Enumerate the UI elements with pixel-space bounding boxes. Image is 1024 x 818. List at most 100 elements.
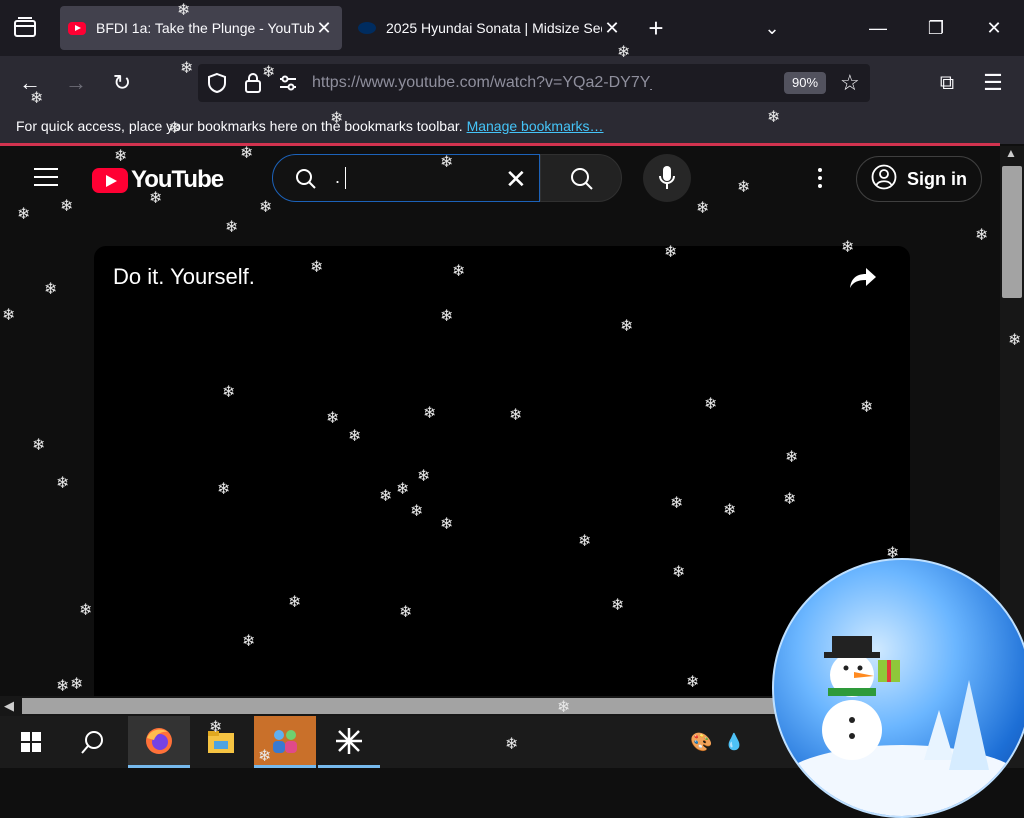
sign-in-button[interactable]: Sign in	[856, 156, 982, 202]
bookmarks-hint: For quick access, place your bookmarks h…	[16, 118, 463, 134]
video-title: Do it. Yourself.	[113, 264, 255, 289]
bookmarks-toolbar: For quick access, place your bookmarks h…	[0, 110, 1024, 144]
tab-hyundai[interactable]: 2025 Hyundai Sonata | Midsize Sedan ✕	[350, 6, 630, 50]
search-icon	[570, 167, 594, 196]
horizontal-scroll-thumb[interactable]	[22, 698, 780, 714]
snowflake-icon: ❄	[664, 242, 678, 261]
tab-bfdi[interactable]: BFDI 1a: Take the Plunge - YouTube ✕	[60, 6, 342, 50]
snowflake-icon: ❄	[242, 631, 256, 650]
snowflake-icon: ❄	[288, 592, 302, 611]
snowflake-icon: ❄	[452, 261, 466, 280]
snowflake-icon: ❄	[240, 143, 254, 162]
snowflake-icon: ❄	[149, 188, 163, 207]
list-all-tabs-icon[interactable]	[12, 16, 38, 40]
share-icon[interactable]	[848, 266, 878, 295]
voice-search-button[interactable]	[643, 154, 691, 202]
snowflake-icon: ❄	[509, 405, 523, 424]
reload-icon[interactable]: ↻	[107, 68, 137, 98]
snowflake-icon: ❄	[1008, 330, 1022, 349]
snowflake-icon: ❄	[620, 316, 634, 335]
zoom-level-button[interactable]: 90%	[784, 72, 826, 94]
restore-icon[interactable]: ❐	[922, 14, 950, 42]
snowflake-icon: ❄	[578, 531, 592, 550]
sparkle-app-taskbar-button[interactable]	[318, 716, 380, 768]
tab-title: BFDI 1a: Take the Plunge - YouTube	[96, 20, 314, 36]
snowflake-icon: ❄	[70, 674, 84, 693]
snowflake-icon: ❄	[217, 479, 231, 498]
search-input[interactable]: . ✕	[272, 154, 540, 202]
lock-icon[interactable]	[244, 72, 262, 99]
snowflake-icon: ❄	[225, 217, 239, 236]
snowflake-icon: ❄	[2, 305, 16, 324]
snowflake-icon: ❄	[860, 397, 874, 416]
url-text: https://www.youtube.com/watch?v=YQa2-DY7…	[312, 74, 652, 91]
snowflake-icon: ❄	[222, 382, 236, 401]
youtube-wordmark: YouTube	[131, 166, 224, 193]
tab-title: 2025 Hyundai Sonata | Midsize Sedan	[386, 20, 602, 36]
taskbar-search-button[interactable]	[62, 716, 124, 768]
snowflake-icon: ❄	[783, 489, 797, 508]
navigation-toolbar: ← → ↻ https://www.youtube.com/watch?v=YQ…	[0, 56, 1024, 110]
scroll-left-icon[interactable]: ◀	[4, 698, 14, 714]
snowflake-icon: ❄	[30, 88, 44, 107]
extensions-icon[interactable]: ⧉	[932, 68, 962, 98]
firefox-icon	[146, 727, 172, 754]
snowflake-icon: ❄	[180, 58, 194, 77]
snowflake-icon: ❄	[417, 466, 431, 485]
permissions-icon[interactable]	[278, 73, 298, 98]
scroll-up-icon[interactable]: ▲	[1005, 146, 1017, 160]
snowflake-icon: ❄	[348, 426, 362, 445]
guide-menu-icon[interactable]	[34, 162, 58, 192]
tray-drop-icon[interactable]: 💧	[724, 732, 744, 752]
bookmark-star-icon[interactable]: ☆	[840, 70, 860, 96]
start-button[interactable]	[0, 716, 62, 768]
more-options-icon[interactable]	[818, 168, 822, 188]
snowflake-icon: ❄	[737, 177, 751, 196]
snowflake-icon: ❄	[841, 237, 855, 256]
snow-globe-widget[interactable]	[772, 558, 1024, 818]
firefox-taskbar-button[interactable]	[128, 716, 190, 768]
snowflake-icon: ❄	[60, 196, 74, 215]
microphone-icon	[658, 165, 676, 196]
snowflake-icon: ❄	[557, 697, 571, 716]
snowflake-icon: ❄	[785, 447, 799, 466]
youtube-favicon-icon	[68, 21, 86, 35]
snowflake-icon: ❄	[975, 225, 989, 244]
chevron-down-icon[interactable]: ⌄	[758, 14, 786, 42]
search-query: .	[335, 167, 341, 187]
snowflake-icon: ❄	[310, 257, 324, 276]
forward-arrow-icon[interactable]: →	[61, 68, 91, 98]
snowflake-icon: ❄	[696, 198, 710, 217]
snowflake-icon: ❄	[56, 676, 70, 695]
snowflake-icon: ❄	[723, 500, 737, 519]
account-icon	[871, 164, 897, 195]
snowflake-icon: ❄	[686, 672, 700, 691]
snowflake-icon: ❄	[17, 204, 31, 223]
new-tab-icon[interactable]: +	[642, 14, 670, 42]
snowflake-icon: ❄	[440, 152, 454, 171]
close-window-icon[interactable]: ✕	[980, 14, 1008, 42]
snowflake-icon: ❄	[704, 394, 718, 413]
vertical-scroll-thumb[interactable]	[1002, 166, 1022, 298]
snowflake-icon: ❄	[262, 62, 276, 81]
clear-search-icon[interactable]: ✕	[505, 164, 527, 195]
sign-in-label: Sign in	[907, 168, 967, 189]
snowflake-icon: ❄	[767, 107, 781, 126]
snowflake-icon: ❄	[330, 108, 344, 127]
snowflake-icon: ❄	[56, 473, 70, 492]
manage-bookmarks-link[interactable]: Manage bookmarks…	[467, 118, 604, 134]
close-tab-icon[interactable]: ✕	[314, 18, 334, 39]
close-tab-icon[interactable]: ✕	[602, 18, 622, 39]
snowflake-icon: ❄	[423, 403, 437, 422]
tray-app-icon[interactable]: 🎨	[690, 732, 712, 753]
horizontal-scrollbar[interactable]: ◀	[0, 696, 780, 716]
snowflake-icon: ❄	[672, 562, 686, 581]
snowflake-icon: ❄	[209, 717, 223, 736]
search-button[interactable]	[540, 154, 622, 202]
minimize-icon[interactable]: —	[864, 14, 892, 42]
snowflake-icon: ❄	[505, 734, 519, 753]
shield-icon[interactable]	[206, 72, 228, 99]
address-bar[interactable]: https://www.youtube.com/watch?v=YQa2-DY7…	[198, 64, 870, 102]
menu-icon[interactable]: ☰	[978, 68, 1008, 98]
snowflake-icon: ❄	[440, 514, 454, 533]
